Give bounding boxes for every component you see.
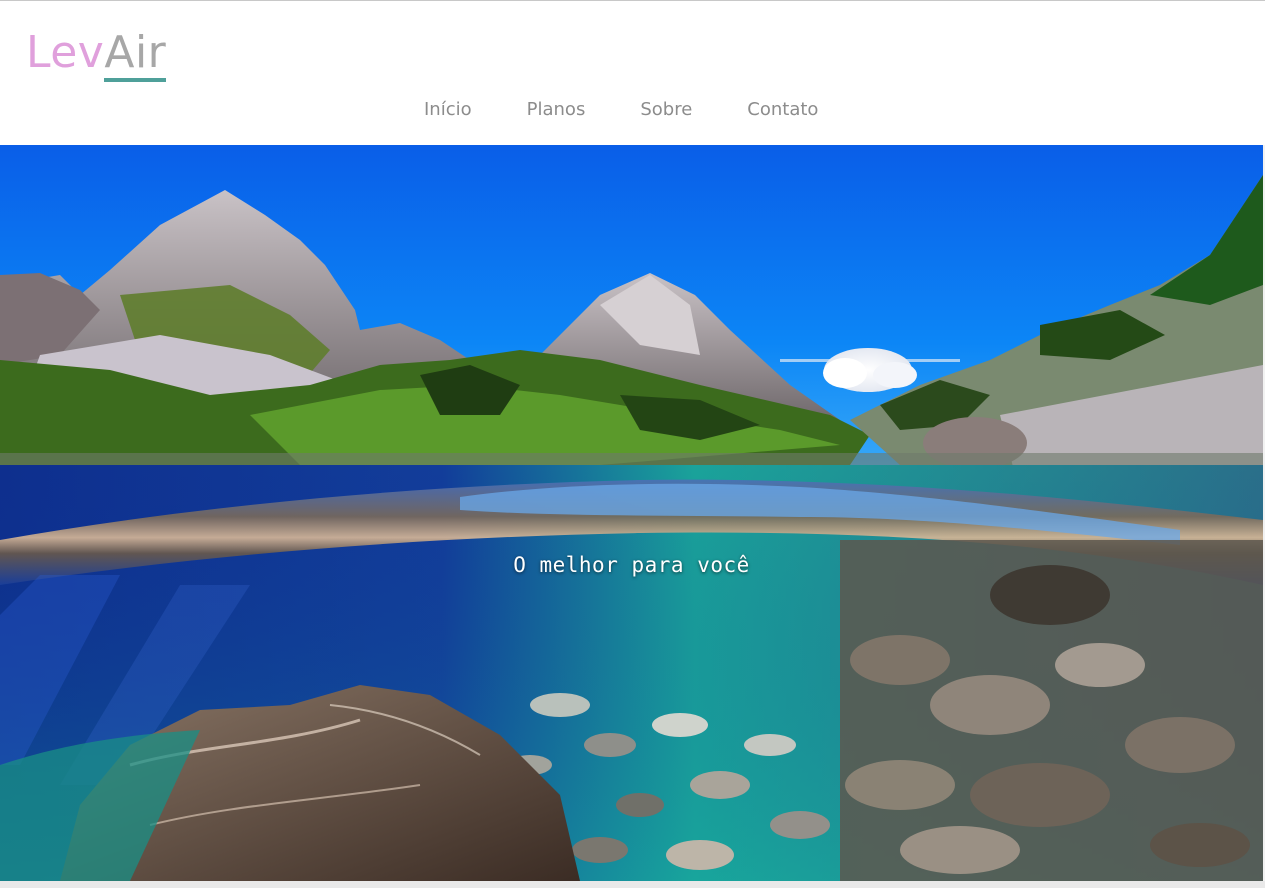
hero-title: O melhor para você bbox=[513, 553, 750, 577]
page: LevAir Início Planos Sobre Contato O mel… bbox=[0, 0, 1265, 888]
nav-link-planos[interactable]: Planos bbox=[527, 97, 586, 123]
underwater-stones bbox=[840, 540, 1263, 881]
brand-logo-part-air: Air bbox=[104, 27, 167, 82]
nav-link-contato[interactable]: Contato bbox=[747, 97, 818, 123]
brand-logo-part-lev: Lev bbox=[26, 27, 105, 78]
site-header: LevAir Início Planos Sobre Contato bbox=[0, 0, 1265, 145]
nav-link-sobre[interactable]: Sobre bbox=[640, 97, 692, 123]
nav-link-inicio[interactable]: Início bbox=[424, 97, 472, 123]
brand-logo[interactable]: LevAir bbox=[26, 27, 167, 82]
page-bottom-strip bbox=[0, 881, 1265, 888]
main-nav: Início Planos Sobre Contato bbox=[424, 97, 873, 123]
hero-banner: O melhor para você bbox=[0, 145, 1263, 881]
hero-image bbox=[0, 145, 1263, 881]
